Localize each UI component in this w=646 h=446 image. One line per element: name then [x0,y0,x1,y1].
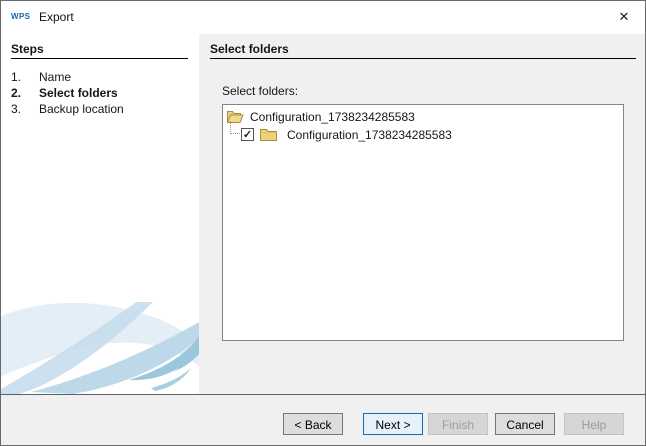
step-number: 3. [11,102,21,116]
wizard-page-panel: Select folders Select folders: Configura… [199,34,646,394]
tree-node-label[interactable]: Configuration_1738234285583 [287,128,452,142]
closed-folder-icon [259,127,278,142]
steps-header-rule [11,58,188,59]
finish-button[interactable]: Finish [428,413,488,435]
button-bar: < Back Next > Finish Cancel Help [1,394,645,446]
folder-checkbox-checked[interactable]: ✓ [241,128,254,141]
step-label: Name [39,70,71,84]
step-number: 1. [11,70,21,84]
step-item-backup-location: 3. Backup location [1,102,199,117]
tree-branch-line [230,121,240,134]
step-number: 2. [11,86,21,100]
page-title: Select folders [210,42,289,56]
select-folders-label: Select folders: [222,84,298,98]
steps-panel-header: Steps [11,42,44,56]
help-button[interactable]: Help [564,413,624,435]
step-label: Select folders [39,86,118,100]
back-button[interactable]: < Back [283,413,343,435]
tree-node-label[interactable]: Configuration_1738234285583 [250,110,415,124]
window-title: Export [39,10,74,24]
decorative-swoosh [1,294,199,394]
folder-tree[interactable]: Configuration_1738234285583 ✓ Configurat… [222,104,624,341]
cancel-button[interactable]: Cancel [495,413,555,435]
titlebar: WPS Export ✕ [1,1,645,34]
steps-list: 1. Name 2. Select folders 3. Backup loca… [1,70,199,118]
wps-logo-icon: WPS [11,12,30,21]
next-button[interactable]: Next > [363,413,423,435]
step-item-select-folders-current: 2. Select folders [1,86,199,101]
steps-panel: Steps 1. Name 2. Select folders 3. Backu… [1,34,199,394]
page-title-rule [210,58,636,59]
export-wizard-dialog: WPS Export ✕ Steps 1. Name 2. Select fol… [0,0,646,446]
step-item-name: 1. Name [1,70,199,85]
step-label: Backup location [39,102,124,116]
checkmark-icon: ✓ [242,129,253,141]
close-icon[interactable]: ✕ [614,7,634,27]
